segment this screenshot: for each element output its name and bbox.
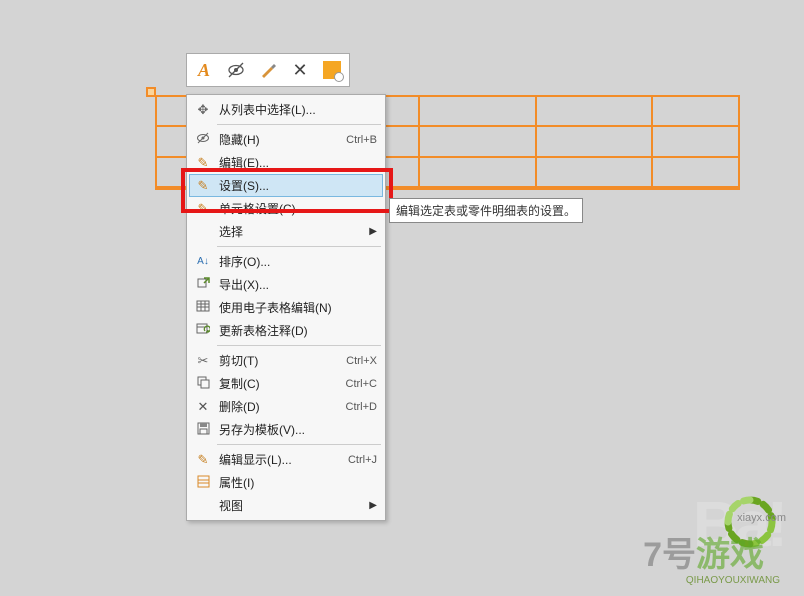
- menu-label: 删除(D): [213, 398, 336, 415]
- close-icon[interactable]: ✕: [287, 57, 313, 83]
- menu-label: 剪切(T): [213, 352, 336, 369]
- target-icon: ✥: [193, 102, 213, 118]
- menu-view[interactable]: 视图 ▶: [189, 494, 383, 517]
- save-template-icon: [193, 422, 213, 438]
- menu-shortcut: Ctrl+C: [336, 378, 377, 390]
- menu-save-as-template[interactable]: 另存为模板(V)...: [189, 418, 383, 441]
- settings-brush-icon: ✎: [193, 178, 213, 194]
- menu-shortcut: Ctrl+D: [336, 401, 377, 413]
- table-anchor-handle[interactable]: [146, 87, 156, 97]
- menu-copy[interactable]: 复制(C) Ctrl+C: [189, 372, 383, 395]
- menu-label: 更新表格注释(D): [213, 322, 377, 339]
- watermark-main: 7号游戏: [643, 527, 764, 576]
- menu-sort[interactable]: A↓ 排序(O)...: [189, 250, 383, 273]
- menu-label: 导出(X)...: [213, 276, 377, 293]
- menu-label: 从列表中选择(L)...: [213, 101, 377, 118]
- menu-label: 属性(I): [213, 474, 377, 491]
- menu-select-from-list[interactable]: ✥ 从列表中选择(L)...: [189, 98, 383, 121]
- menu-label: 使用电子表格编辑(N): [213, 299, 377, 316]
- menu-edit-display[interactable]: ✎ 编辑显示(L)... Ctrl+J: [189, 448, 383, 471]
- menu-shortcut: Ctrl+B: [336, 134, 377, 146]
- menu-separator: [217, 124, 381, 125]
- watermark-tag: QIHAOYOUXIWANG: [686, 575, 780, 586]
- menu-select[interactable]: 选择 ▶: [189, 220, 383, 243]
- menu-spreadsheet-edit[interactable]: 使用电子表格编辑(N): [189, 296, 383, 319]
- menu-export[interactable]: 导出(X)...: [189, 273, 383, 296]
- visibility-toggle-icon[interactable]: [223, 57, 249, 83]
- spreadsheet-icon: [193, 299, 213, 316]
- menu-cut[interactable]: ✂ 剪切(T) Ctrl+X: [189, 349, 383, 372]
- chevron-right-icon: ▶: [369, 226, 377, 237]
- watermark-url: xiayx.com: [737, 512, 786, 524]
- brush-icon[interactable]: [255, 57, 281, 83]
- eye-off-icon: [193, 131, 213, 148]
- menu-properties[interactable]: 属性(I): [189, 471, 383, 494]
- menu-label: 编辑显示(L)...: [213, 451, 338, 468]
- menu-label: 视图: [213, 497, 369, 514]
- refresh-table-icon: [193, 322, 213, 339]
- cell-brush-icon: ✎: [193, 201, 213, 217]
- menu-separator: [217, 444, 381, 445]
- menu-label: 单元格设置(C)...: [213, 200, 377, 217]
- note-icon[interactable]: [319, 57, 345, 83]
- edit-display-icon: ✎: [193, 452, 213, 468]
- menu-delete[interactable]: ✕ 删除(D) Ctrl+D: [189, 395, 383, 418]
- edit-icon: ✎: [193, 155, 213, 171]
- menu-label: 复制(C): [213, 375, 336, 392]
- menu-label: 编辑(E)...: [213, 154, 377, 171]
- chevron-right-icon: ▶: [369, 500, 377, 511]
- copy-icon: [193, 376, 213, 392]
- cut-icon: ✂: [193, 353, 213, 369]
- mini-toolbar: A ✕: [186, 53, 350, 87]
- menu-label: 排序(O)...: [213, 253, 377, 270]
- menu-shortcut: Ctrl+J: [338, 454, 377, 466]
- menu-label: 设置(S)...: [213, 177, 377, 194]
- menu-label: 隐藏(H): [213, 131, 336, 148]
- tooltip: 编辑选定表或零件明细表的设置。: [389, 198, 583, 223]
- menu-shortcut: Ctrl+X: [336, 355, 377, 367]
- properties-icon: [193, 475, 213, 491]
- menu-cell-settings[interactable]: ✎ 单元格设置(C)...: [189, 197, 383, 220]
- menu-update-annotation[interactable]: 更新表格注释(D): [189, 319, 383, 342]
- text-style-icon[interactable]: A: [191, 57, 217, 83]
- export-icon: [193, 276, 213, 293]
- menu-label: 选择: [213, 223, 369, 240]
- menu-separator: [217, 246, 381, 247]
- menu-hide[interactable]: 隐藏(H) Ctrl+B: [189, 128, 383, 151]
- menu-settings[interactable]: ✎ 设置(S)...: [189, 174, 383, 197]
- menu-label: 另存为模板(V)...: [213, 421, 377, 438]
- menu-separator: [217, 345, 381, 346]
- menu-edit[interactable]: ✎ 编辑(E)...: [189, 151, 383, 174]
- delete-icon: ✕: [193, 399, 213, 415]
- sort-icon: A↓: [193, 256, 213, 267]
- context-menu: ✥ 从列表中选择(L)... 隐藏(H) Ctrl+B ✎ 编辑(E)... ✎…: [186, 94, 386, 521]
